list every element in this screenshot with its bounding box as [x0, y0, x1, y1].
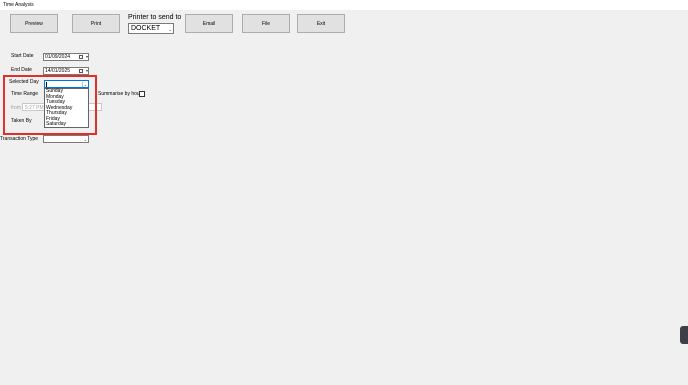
- email-button[interactable]: Email: [185, 14, 233, 33]
- end-date-value: 14/01/2025: [45, 68, 71, 74]
- chevron-down-icon: ▾: [85, 54, 88, 59]
- file-button[interactable]: File: [242, 14, 290, 33]
- chevron-down-icon: ▾: [85, 68, 88, 73]
- start-date-value: 01/09/2024: [45, 54, 71, 60]
- summarise-by-hour-label: Summarise by hour: [98, 91, 142, 97]
- preview-button[interactable]: Preview: [10, 14, 58, 33]
- transaction-type-select[interactable]: ⌄: [43, 135, 89, 143]
- calendar-icon: [79, 55, 83, 59]
- exit-button[interactable]: Exit: [297, 14, 345, 33]
- print-button[interactable]: Print: [72, 14, 120, 33]
- end-date-label: End Date: [11, 67, 32, 73]
- transaction-type-label: Transaction Type: [0, 136, 39, 142]
- chevron-down-icon: ⌄: [168, 27, 172, 32]
- title-bar: Time Analysis: [0, 0, 688, 10]
- start-date-label: Start Date: [11, 53, 34, 59]
- end-date-picker[interactable]: 14/01/2025 ▾: [43, 67, 89, 75]
- highlight-box: [3, 75, 97, 135]
- calendar-icon: [79, 69, 83, 73]
- start-date-picker[interactable]: 01/09/2024 ▾: [43, 53, 89, 61]
- window-title: Time Analysis: [3, 2, 34, 8]
- printer-label: Printer to send to: [128, 14, 182, 21]
- side-panel-tab[interactable]: [680, 326, 688, 344]
- printer-select-value: DOCKET: [131, 25, 161, 32]
- summarise-by-hour-checkbox[interactable]: [139, 91, 145, 97]
- printer-select[interactable]: DOCKET ⌄: [128, 23, 174, 34]
- chevron-down-icon: ⌄: [83, 137, 87, 142]
